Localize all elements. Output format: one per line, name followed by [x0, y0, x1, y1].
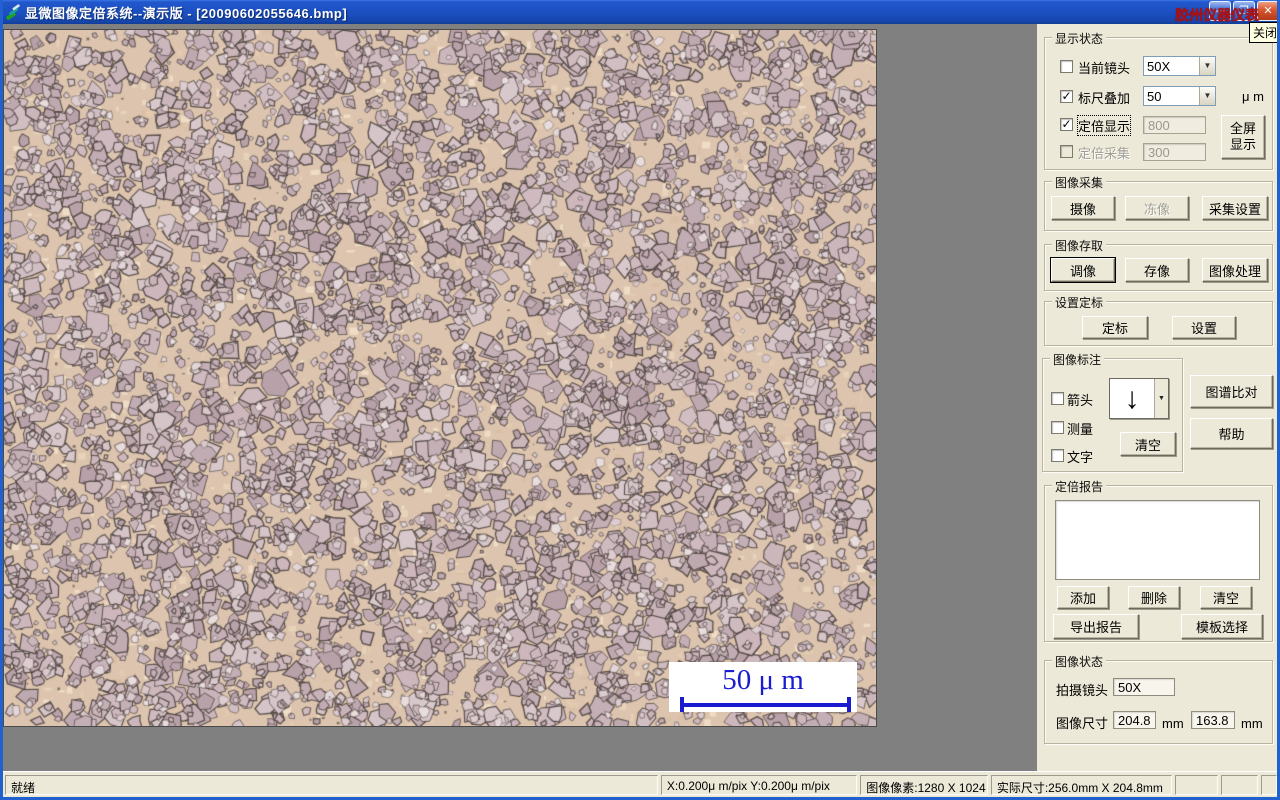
current-lens-value: 50X	[1147, 59, 1171, 74]
status-empty-cell	[1175, 774, 1219, 795]
help-button[interactable]: 帮助	[1190, 418, 1273, 449]
image-size-label: 图像尺寸	[1056, 716, 1109, 731]
scale-overlay-checkbox[interactable]: ✓	[1060, 90, 1073, 103]
image-status-group: 图像状态 拍摄镜头 50X 图像尺寸 204.8 mm 163.8 mm	[1044, 653, 1273, 744]
check-icon: ✓	[1061, 117, 1072, 131]
image-height-value: 163.8	[1191, 711, 1235, 729]
fixed-display-label[interactable]: 定倍显示	[1076, 115, 1132, 136]
marker-style-combobox[interactable]: ↓ ▼	[1109, 378, 1169, 419]
report-add-button[interactable]: 添加	[1057, 586, 1109, 609]
image-width-unit: mm	[1162, 716, 1184, 731]
combo-arrow-glyph: ▼	[1158, 395, 1165, 402]
clear-annotation-button[interactable]: 清空	[1120, 432, 1176, 456]
chevron-down-icon[interactable]: ▼	[1199, 87, 1215, 105]
current-lens-combobox[interactable]: 50X ▼	[1143, 56, 1216, 76]
status-pixel-scale: X:0.200μ m/pix Y:0.200μ m/pix	[660, 774, 858, 795]
report-delete-button[interactable]: 删除	[1128, 586, 1180, 609]
current-lens-checkbox[interactable]	[1060, 60, 1073, 73]
arrow-label[interactable]: 箭头	[1067, 390, 1093, 409]
status-actual-size: 实际尺寸:256.0mm X 204.8mm	[990, 774, 1173, 795]
capture-button[interactable]: 摄像	[1051, 196, 1115, 220]
status-ready: 就绪	[5, 774, 658, 795]
text-checkbox[interactable]	[1051, 449, 1064, 462]
save-image-button[interactable]: 存像	[1125, 258, 1189, 282]
arrow-marker-icon: ↓	[1110, 379, 1154, 418]
export-report-button[interactable]: 导出报告	[1053, 614, 1139, 639]
image-capture-title: 图像采集	[1052, 174, 1107, 191]
template-select-button[interactable]: 模板选择	[1181, 614, 1263, 639]
client-area: 50 μ m 显示状态 当前镜头 50X ▼ ✓ 标尺叠加 50 ▼ μ m ✓…	[3, 24, 1277, 771]
app-icon	[6, 4, 20, 20]
capture-settings-button[interactable]: 采集设置	[1202, 196, 1268, 220]
scale-bar-line	[680, 703, 851, 707]
text-label[interactable]: 文字	[1067, 447, 1093, 466]
scale-bar: 50 μ m	[669, 662, 857, 712]
chevron-down-icon[interactable]: ▼	[1199, 57, 1215, 75]
fixed-display-checkbox[interactable]: ✓	[1060, 118, 1073, 131]
measure-checkbox[interactable]	[1051, 421, 1064, 434]
app-window: 显微图像定倍系统--演示版 - [20090602055646.bmp] — ❐…	[0, 0, 1280, 800]
check-icon: ✓	[1061, 89, 1072, 103]
image-processing-button[interactable]: 图像处理	[1202, 258, 1268, 282]
calibration-title: 设置定标	[1052, 294, 1107, 311]
vendor-watermark: 胶州仪器仪表	[1175, 7, 1259, 23]
fullscreen-button[interactable]: 全屏显示	[1221, 115, 1265, 159]
scale-bar-tick-right	[847, 697, 851, 712]
image-storage-title: 图像存取	[1052, 237, 1107, 254]
close-icon: ✕	[1263, 5, 1273, 17]
atlas-compare-button[interactable]: 图谱比对	[1190, 375, 1273, 408]
current-lens-label[interactable]: 当前镜头	[1078, 58, 1130, 77]
control-panel: 显示状态 当前镜头 50X ▼ ✓ 标尺叠加 50 ▼ μ m ✓ 定倍显示 8…	[1037, 24, 1277, 771]
window-title: 显微图像定倍系统--演示版 - [20090602055646.bmp]	[25, 5, 348, 21]
micrograph-canvas[interactable]	[4, 30, 876, 726]
close-tooltip: 关闭	[1249, 22, 1277, 43]
annotation-group: 图像标注 箭头 ↓ ▼ 测量 清空 文字	[1042, 351, 1183, 472]
scale-overlay-value: 50	[1147, 89, 1162, 104]
image-status-title: 图像状态	[1052, 653, 1107, 670]
report-listbox[interactable]	[1055, 500, 1260, 580]
fixed-capture-input: 300	[1143, 143, 1206, 161]
scale-bar-label: 50 μ m	[722, 664, 804, 696]
display-status-group: 显示状态 当前镜头 50X ▼ ✓ 标尺叠加 50 ▼ μ m ✓ 定倍显示 8…	[1044, 30, 1273, 170]
measure-label[interactable]: 测量	[1067, 419, 1093, 438]
image-storage-group: 图像存取 调像 存像 图像处理	[1044, 237, 1273, 291]
status-bar: 就绪 X:0.200μ m/pix Y:0.200μ m/pix 图像像素:12…	[3, 771, 1277, 797]
fixed-display-input: 800	[1143, 116, 1206, 134]
fixed-capture-checkbox	[1060, 145, 1073, 158]
settings-button[interactable]: 设置	[1172, 316, 1236, 339]
report-clear-button[interactable]: 清空	[1200, 586, 1252, 609]
scale-overlay-combobox[interactable]: 50 ▼	[1143, 86, 1216, 106]
image-capture-group: 图像采集 摄像 冻像 采集设置	[1044, 174, 1273, 231]
title-bar: 显微图像定倍系统--演示版 - [20090602055646.bmp] — ❐…	[3, 0, 1277, 24]
scale-overlay-unit: μ m	[1242, 89, 1264, 104]
micrograph-viewport[interactable]: 50 μ m	[3, 29, 877, 727]
fixed-capture-label: 定倍采集	[1078, 146, 1131, 161]
chevron-down-icon[interactable]: ▼	[1154, 379, 1168, 418]
arrow-checkbox[interactable]	[1051, 392, 1064, 405]
display-status-title: 显示状态	[1052, 30, 1107, 47]
image-width-value: 204.8	[1113, 711, 1156, 729]
annotation-title: 图像标注	[1050, 351, 1105, 368]
combo-arrow-glyph: ▼	[1203, 91, 1212, 100]
status-image-pixels: 图像像素:1280 X 1024	[860, 774, 988, 795]
image-height-unit: mm	[1241, 716, 1263, 731]
report-title: 定倍报告	[1052, 478, 1107, 495]
scale-bar-tick-left	[680, 697, 684, 712]
calibrate-button[interactable]: 定标	[1082, 316, 1148, 339]
calibration-group: 设置定标 定标 设置	[1044, 294, 1273, 346]
report-group: 定倍报告 添加 删除 清空 导出报告 模板选择	[1044, 478, 1273, 642]
status-empty-cell	[1221, 774, 1259, 795]
status-empty-cell	[1261, 774, 1277, 795]
capture-lens-value: 50X	[1113, 678, 1175, 696]
freeze-button: 冻像	[1125, 196, 1189, 220]
scale-overlay-label[interactable]: 标尺叠加	[1078, 88, 1130, 107]
combo-arrow-glyph: ▼	[1203, 61, 1212, 70]
load-image-button[interactable]: 调像	[1050, 257, 1116, 283]
capture-lens-label: 拍摄镜头	[1056, 683, 1109, 698]
close-button[interactable]: ✕	[1257, 1, 1277, 21]
